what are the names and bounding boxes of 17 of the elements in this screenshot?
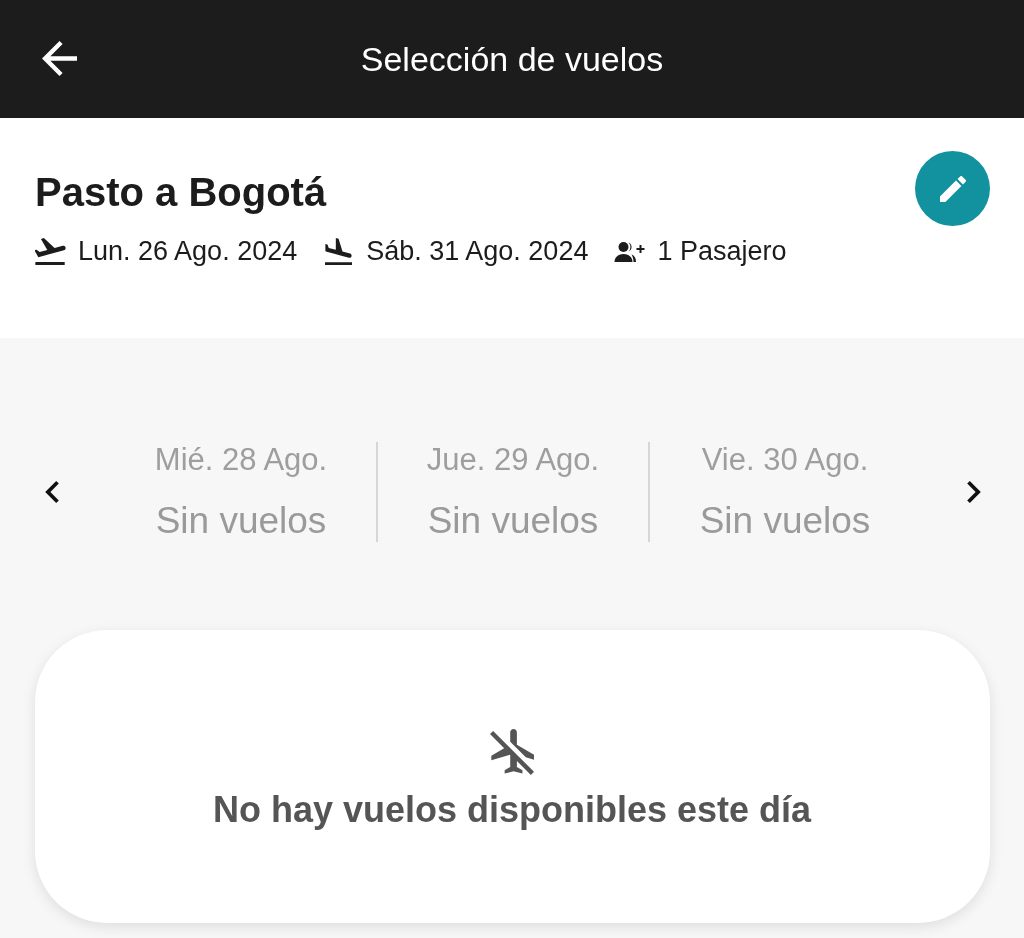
trip-detail: Sáb. 31 Ago. 2024 xyxy=(366,236,589,267)
date-tab[interactable]: Vie. 30 Ago. Sin vuelos xyxy=(650,442,920,542)
route-title: Pasto a Bogotá xyxy=(35,169,327,215)
date-tab[interactable]: Jue. 29 Ago. Sin vuelos xyxy=(378,442,648,542)
date-tab[interactable]: Mié. 28 Ago. Sin vuelos xyxy=(106,442,376,542)
chevron-left-icon[interactable] xyxy=(45,481,59,503)
pencil-icon xyxy=(939,175,966,202)
plane-landing-icon xyxy=(323,238,355,265)
plane-takeoff-icon xyxy=(35,238,66,265)
trip-detail: Lun. 26 Ago. 2024 xyxy=(78,236,298,267)
airplane-off-icon xyxy=(490,728,534,775)
people-add-icon xyxy=(614,240,646,263)
chevron-right-icon[interactable] xyxy=(967,481,981,503)
trip-detail: 1 Pasajero xyxy=(657,236,787,267)
back-arrow-icon[interactable] xyxy=(42,41,77,76)
screen-title: Selección de vuelos xyxy=(360,39,664,79)
empty-state-message: No hay vuelos disponibles este día xyxy=(212,788,812,831)
